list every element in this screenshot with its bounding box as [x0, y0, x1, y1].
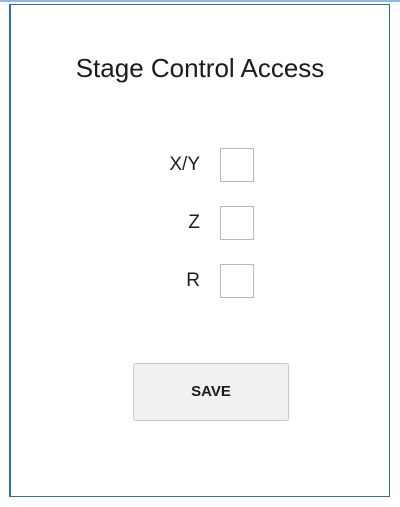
stage-control-access-panel: Stage Control Access X/Y Z R SAVE	[9, 4, 390, 497]
axis-label-r: R	[186, 270, 200, 291]
axis-label-z: Z	[188, 212, 200, 233]
axis-row-z: Z	[11, 205, 392, 241]
save-button[interactable]: SAVE	[133, 363, 289, 421]
axis-label-xy: X/Y	[169, 154, 200, 175]
axis-row-r: R	[11, 263, 392, 299]
axis-checkbox-z[interactable]	[220, 206, 254, 240]
panel-title: Stage Control Access	[75, 53, 325, 83]
axis-checkbox-xy[interactable]	[220, 148, 254, 182]
window-top-edge	[0, 0, 400, 2]
axis-checkbox-r[interactable]	[220, 264, 254, 298]
axis-row-xy: X/Y	[11, 147, 392, 183]
